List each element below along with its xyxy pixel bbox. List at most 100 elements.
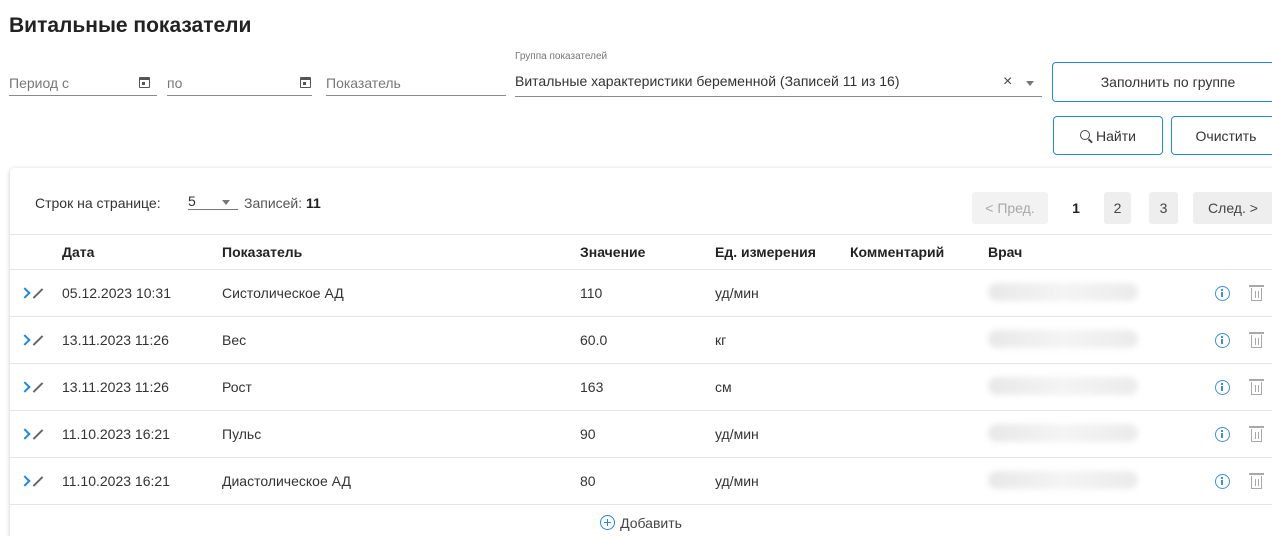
search-icon: [1080, 129, 1091, 140]
calendar-icon[interactable]: [300, 77, 311, 88]
cell-comment: [850, 270, 988, 317]
cell-doctor: [988, 364, 1193, 411]
cell-comment: [850, 364, 988, 411]
cell-value: 90: [580, 426, 596, 442]
find-label: Найти: [1096, 127, 1136, 144]
cell-date: 13.11.2023 11:26: [62, 332, 169, 348]
indicator-field[interactable]: Показатель: [326, 72, 506, 96]
cell-indicator: Систолическое АД: [222, 285, 344, 301]
pencil-icon[interactable]: [32, 429, 44, 440]
page-1-button[interactable]: 1: [1063, 192, 1089, 224]
page-3-button[interactable]: 3: [1149, 192, 1178, 224]
table-row: 11.10.2023 16:21 Диастолическое АД 80 уд…: [10, 458, 1272, 505]
cell-value: 110: [580, 285, 603, 301]
doctor-name-redacted: [988, 423, 1138, 442]
cell-unit: см: [715, 379, 732, 395]
doctor-name-redacted: [988, 470, 1138, 489]
info-icon[interactable]: [1215, 474, 1230, 489]
chevron-right-icon[interactable]: [19, 428, 31, 440]
cell-unit: уд/мин: [715, 426, 759, 442]
period-to-placeholder: по: [167, 75, 183, 91]
close-icon[interactable]: ×: [1003, 73, 1012, 91]
fill-by-group-label: Заполнить по группе: [1100, 74, 1236, 90]
rows-per-page-label: Строк на странице:: [35, 195, 161, 211]
info-icon[interactable]: [1215, 286, 1230, 301]
table-header-row: Дата Показатель Значение Ед. измерения К…: [10, 234, 1272, 270]
period-from-placeholder: Период с: [9, 75, 69, 91]
page-title: Витальные показатели: [9, 14, 252, 37]
rows-per-page-select[interactable]: 5: [188, 190, 238, 210]
cell-value: 80: [580, 473, 596, 489]
cell-date: 11.10.2023 16:21: [62, 473, 170, 489]
cell-value: 163: [580, 379, 604, 395]
cell-date: 05.12.2023 10:31: [62, 285, 171, 301]
cell-comment: [850, 317, 988, 364]
info-icon[interactable]: [1215, 427, 1230, 442]
period-to-field[interactable]: по: [167, 72, 312, 96]
cell-indicator: Пульс: [222, 426, 262, 442]
cell-doctor: [988, 411, 1193, 458]
pencil-icon[interactable]: [32, 476, 44, 487]
calendar-icon[interactable]: [139, 77, 150, 88]
rows-per-page-value: 5: [188, 193, 196, 209]
clear-button[interactable]: Очистить: [1171, 116, 1272, 155]
cell-indicator: Диастолическое АД: [222, 473, 351, 489]
cell-comment: [850, 458, 988, 505]
cell-unit: уд/мин: [715, 285, 759, 301]
info-icon[interactable]: [1215, 380, 1230, 395]
chevron-down-icon: [222, 200, 230, 205]
trash-icon[interactable]: [1249, 473, 1264, 489]
chevron-right-icon[interactable]: [19, 287, 31, 299]
vitals-table: Дата Показатель Значение Ед. измерения К…: [10, 234, 1272, 505]
col-row-actions: [1193, 235, 1272, 270]
pencil-icon[interactable]: [32, 288, 44, 299]
pencil-icon[interactable]: [32, 335, 44, 346]
col-indicator[interactable]: Показатель: [222, 235, 580, 270]
chevron-right-icon[interactable]: [19, 475, 31, 487]
cell-unit: уд/мин: [715, 473, 759, 489]
col-actions: [10, 235, 62, 270]
find-button[interactable]: Найти: [1053, 116, 1163, 155]
trash-icon[interactable]: [1249, 332, 1264, 348]
chevron-right-icon[interactable]: [19, 381, 31, 393]
col-doctor[interactable]: Врач: [988, 235, 1193, 270]
col-comment[interactable]: Комментарий: [850, 235, 988, 270]
chevron-right-icon[interactable]: [19, 334, 31, 346]
trash-icon[interactable]: [1249, 285, 1264, 301]
indicator-group-value: Витальные характеристики беременной (Зап…: [515, 73, 900, 89]
fill-by-group-button[interactable]: Заполнить по группе: [1052, 62, 1272, 102]
cell-doctor: [988, 270, 1193, 317]
add-row: Добавить: [10, 505, 1272, 536]
cell-doctor: [988, 458, 1193, 505]
col-unit[interactable]: Ед. измерения: [715, 235, 850, 270]
info-icon[interactable]: [1215, 333, 1230, 348]
group-label: Группа показателей: [515, 51, 608, 62]
add-label: Добавить: [620, 514, 682, 531]
trash-icon[interactable]: [1249, 426, 1264, 442]
cell-indicator: Вес: [222, 332, 247, 348]
table-row: 11.10.2023 16:21 Пульс 90 уд/мин: [10, 411, 1272, 458]
trash-icon[interactable]: [1249, 379, 1264, 395]
doctor-name-redacted: [988, 329, 1138, 348]
indicator-group-select[interactable]: Витальные характеристики беременной (Зап…: [515, 71, 1042, 97]
add-button[interactable]: Добавить: [600, 515, 682, 531]
next-page-button[interactable]: След. >: [1193, 192, 1272, 224]
pencil-icon[interactable]: [32, 382, 44, 393]
clear-label: Очистить: [1195, 127, 1257, 144]
cell-date: 11.10.2023 16:21: [62, 426, 170, 442]
col-value[interactable]: Значение: [580, 235, 715, 270]
table-row: 13.11.2023 11:26 Вес 60.0 кг: [10, 317, 1272, 364]
chevron-down-icon[interactable]: [1026, 81, 1034, 86]
pager-bar: Строк на странице: 5 Записей: 11 < Пред.…: [10, 168, 1272, 234]
doctor-name-redacted: [988, 282, 1138, 301]
page-2-button[interactable]: 2: [1104, 192, 1131, 224]
cell-doctor: [988, 317, 1193, 364]
prev-page-button[interactable]: < Пред.: [972, 192, 1048, 224]
plus-circle-icon: [600, 515, 616, 530]
col-date[interactable]: Дата: [62, 235, 222, 270]
period-from-field[interactable]: Период с: [9, 72, 157, 96]
cell-date: 13.11.2023 11:26: [62, 379, 169, 395]
cell-indicator: Рост: [222, 379, 252, 395]
records-count: Записей: 11: [244, 195, 321, 211]
doctor-name-redacted: [988, 376, 1138, 395]
